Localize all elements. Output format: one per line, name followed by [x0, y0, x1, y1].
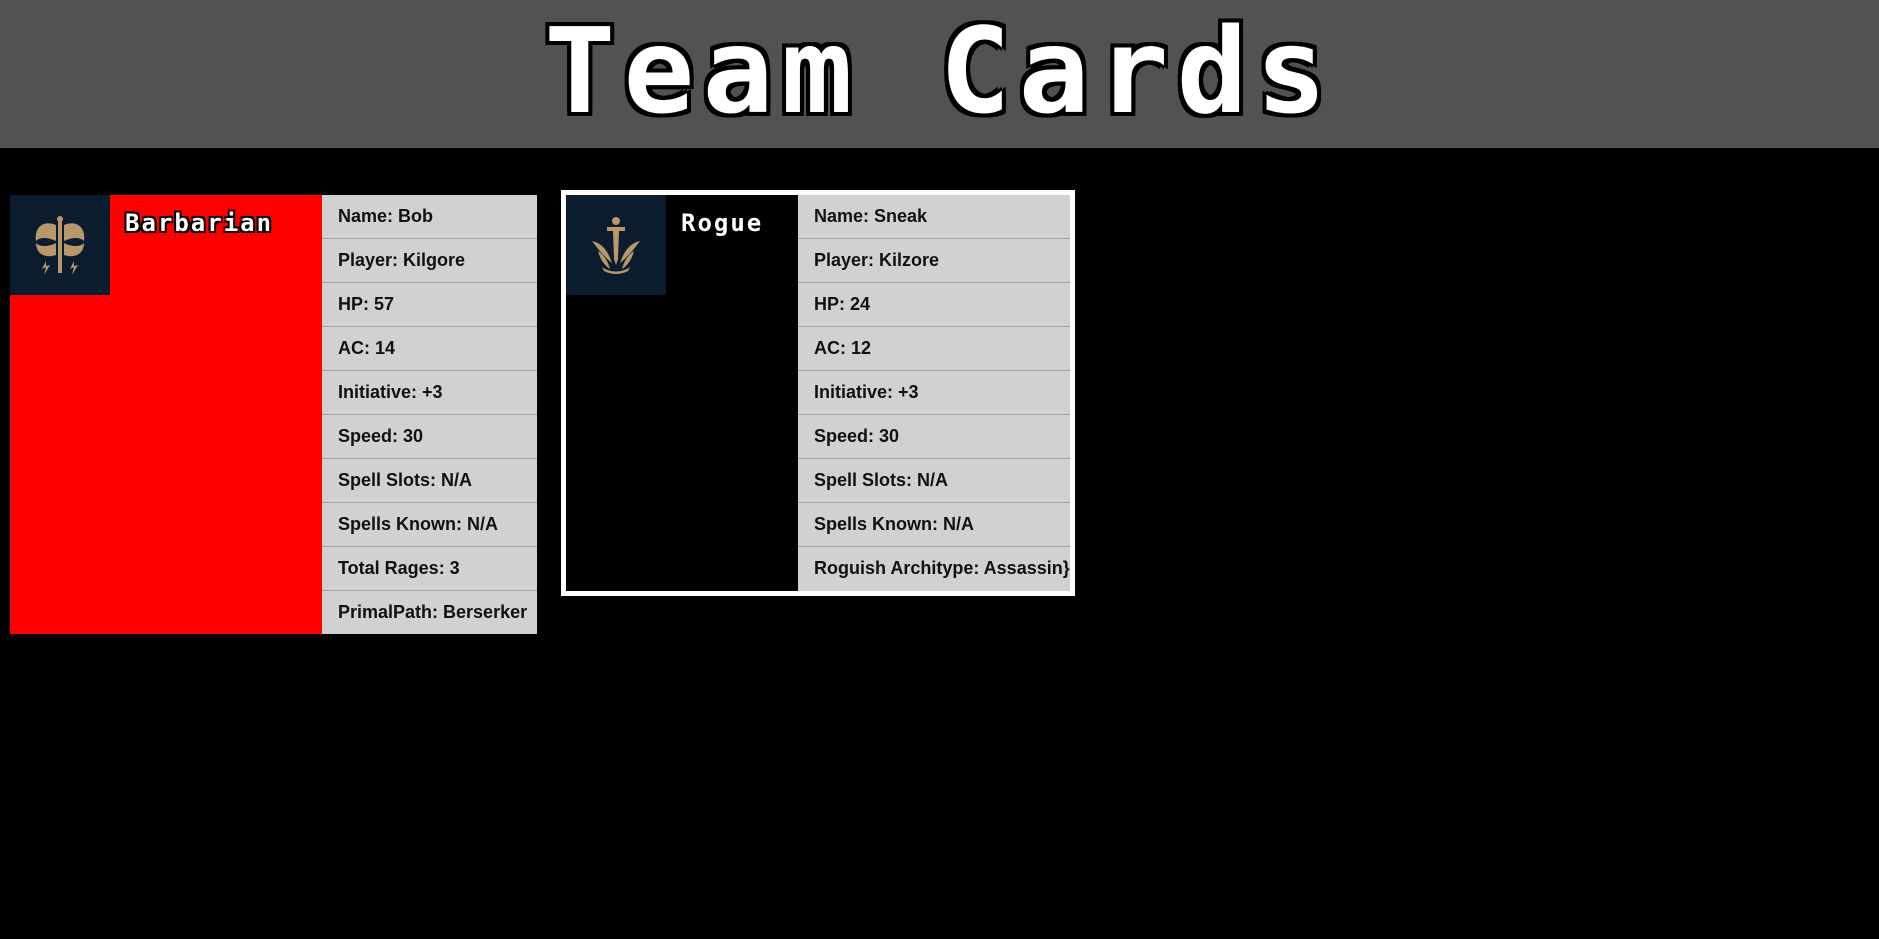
stat-spells-known: Spells Known: N/A — [798, 503, 1070, 547]
stat-hp: HP: 24 — [798, 283, 1070, 327]
page-header: Team Cards — [0, 0, 1879, 148]
stat-ac: AC: 12 — [798, 327, 1070, 371]
stat-initiative: Initiative: +3 — [798, 371, 1070, 415]
stats-list: Name: Sneak Player: Kilzore HP: 24 AC: 1… — [798, 195, 1070, 591]
class-name: Barbarian — [125, 209, 274, 237]
stat-name: Name: Sneak — [798, 195, 1070, 239]
card-class-panel: Rogue — [566, 195, 798, 591]
double-axe-icon — [10, 195, 110, 295]
card-class-panel: Barbarian — [10, 195, 322, 634]
stat-name: Name: Bob — [322, 195, 537, 239]
dagger-crest-icon — [566, 195, 666, 295]
stat-spell-slots: Spell Slots: N/A — [322, 459, 537, 503]
stat-spell-slots: Spell Slots: N/A — [798, 459, 1070, 503]
card-rogue[interactable]: Rogue Name: Sneak Player: Kilzore HP: 24… — [561, 190, 1075, 596]
page-title: Team Cards — [544, 2, 1335, 140]
class-name: Rogue — [681, 209, 764, 237]
stats-list: Name: Bob Player: Kilgore HP: 57 AC: 14 … — [322, 195, 537, 634]
stat-ac: AC: 14 — [322, 327, 537, 371]
stat-hp: HP: 57 — [322, 283, 537, 327]
stat-primal-path: PrimalPath: Berserker — [338, 602, 528, 622]
stat-player: Player: Kilgore — [322, 239, 537, 283]
stat-initiative: Initiative: +3 — [322, 371, 537, 415]
stat-speed: Speed: 30 — [322, 415, 537, 459]
stat-roguish-architype: Roguish Architype: Assassin} — [814, 558, 1070, 578]
stat-spells-known: Spells Known: N/A — [322, 503, 537, 547]
stat-player: Player: Kilzore — [798, 239, 1070, 283]
card-barbarian[interactable]: Barbarian Name: Bob Player: Kilgore HP: … — [10, 195, 537, 634]
stat-speed: Speed: 30 — [798, 415, 1070, 459]
stat-total-rages: Total Rages: 3 — [322, 547, 537, 591]
